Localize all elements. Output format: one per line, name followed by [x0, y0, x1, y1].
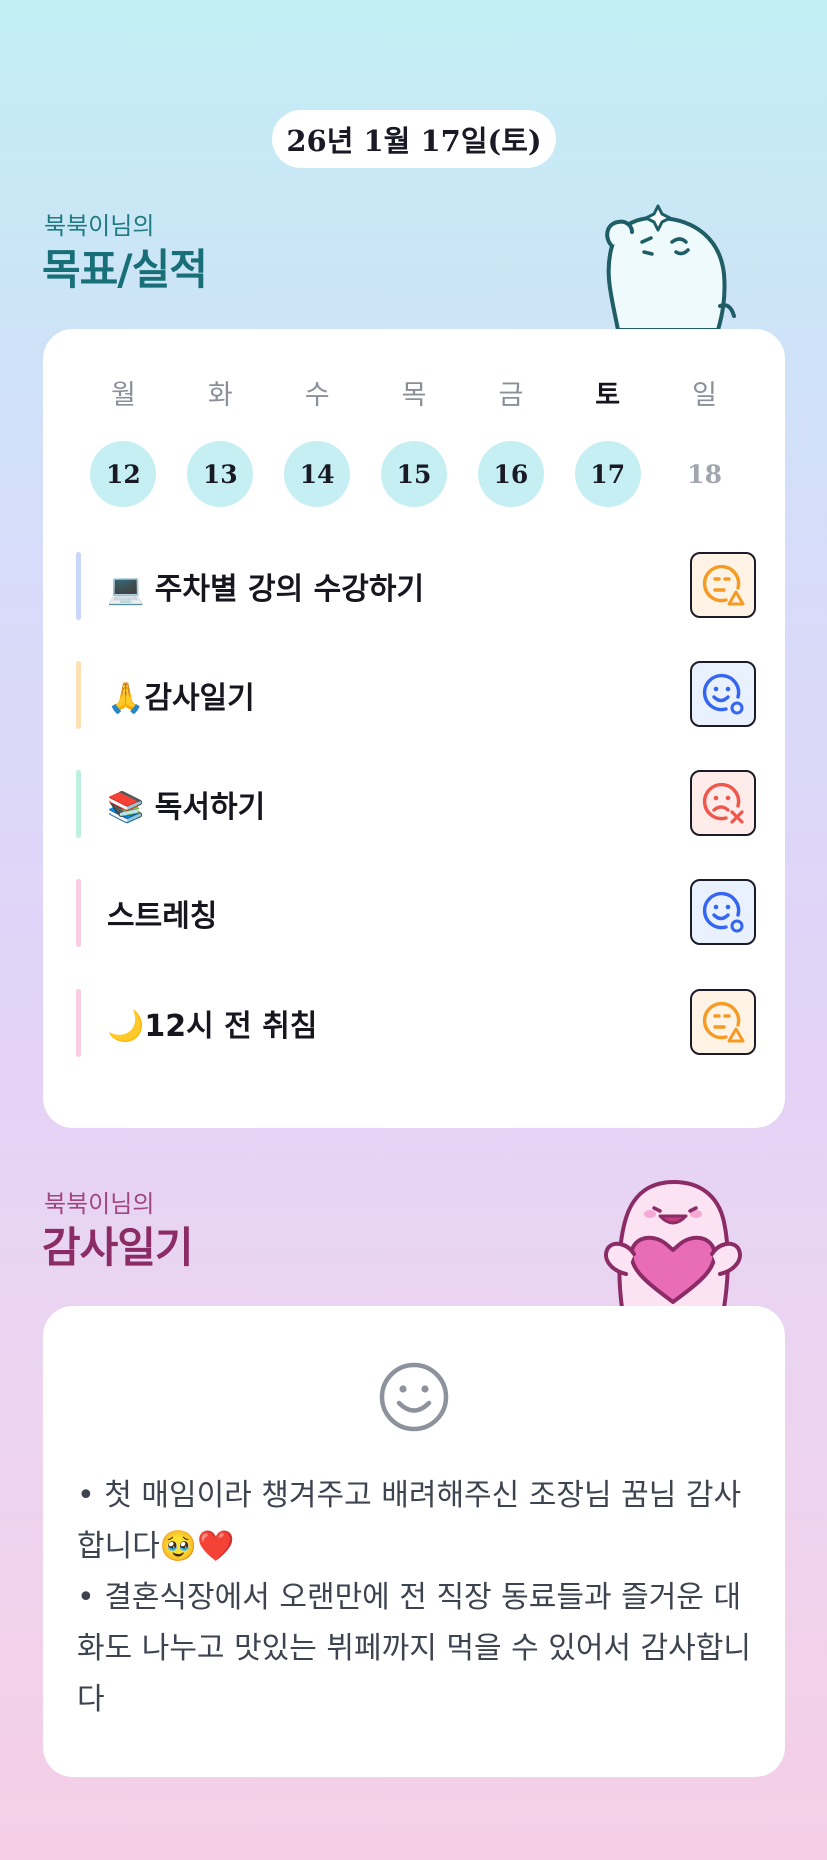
day-label: 화	[207, 380, 233, 411]
goal-text: 💻 주차별 강의 수강하기	[107, 572, 425, 607]
week-strip: 월 12 화 13 수 14 목 15 금 16 토 17 일 18	[75, 377, 753, 507]
day-date: 18	[687, 459, 722, 489]
face-done-icon	[702, 673, 744, 715]
goal-row[interactable]: 🌙12시 전 취침	[76, 989, 756, 1057]
goal-row[interactable]: 스트레칭	[76, 879, 756, 947]
goal-color-bar	[76, 770, 81, 838]
gratitude-entries: • 첫 매임이라 챙겨주고 배려해주신 조장님 꿈님 감사합니다🥹❤️ • 결혼…	[77, 1470, 757, 1725]
day-date: 14	[284, 441, 351, 507]
day-label: 월	[111, 380, 136, 411]
day-label: 목	[401, 380, 427, 411]
goals-card: 월 12 화 13 수 14 목 15 금 16 토 17 일 18 💻 주차별…	[43, 329, 785, 1128]
face-warning-icon	[702, 1001, 745, 1043]
face-done-icon	[702, 891, 744, 933]
date-label: 26년 1월 17일(토)	[286, 124, 542, 158]
day-wed[interactable]: 수 14	[269, 377, 366, 507]
goals-title: 목표/실적	[42, 245, 208, 294]
goal-color-bar	[76, 661, 81, 729]
goal-text: 스트레칭	[107, 899, 218, 934]
day-date-today: 17	[574, 441, 641, 507]
mascot-illustration	[605, 204, 736, 330]
day-date: 12	[90, 441, 157, 507]
gratitude-entry: • 결혼식장에서 오랜만에 전 직장 동료들과 즐거운 대화도 나누고 맛있는 …	[77, 1580, 751, 1717]
goal-status-button[interactable]	[690, 552, 756, 618]
day-tue[interactable]: 화 13	[172, 377, 269, 507]
day-date: 16	[477, 441, 544, 507]
goal-row[interactable]: 💻 주차별 강의 수강하기	[76, 552, 756, 620]
day-sun[interactable]: 일 18	[656, 377, 753, 507]
day-date: 13	[187, 441, 254, 507]
goal-row[interactable]: 🙏감사일기	[76, 661, 756, 729]
goal-status-button[interactable]	[690, 770, 756, 836]
goal-color-bar	[76, 879, 81, 947]
day-label: 수	[304, 380, 330, 411]
smiley-icon	[379, 1362, 449, 1432]
day-sat[interactable]: 토 17	[559, 377, 656, 507]
day-label-today: 토	[595, 380, 621, 411]
day-label: 금	[498, 380, 524, 411]
goal-row[interactable]: 📚 독서하기	[76, 770, 756, 838]
face-warning-icon	[702, 564, 745, 606]
goal-text: 📚 독서하기	[107, 790, 266, 825]
goal-color-bar	[76, 552, 81, 620]
date-pill[interactable]: 26년 1월 17일(토)	[272, 110, 556, 168]
day-date: 15	[381, 441, 447, 507]
day-fri[interactable]: 금 16	[462, 377, 559, 507]
gratitude-card: • 첫 매임이라 챙겨주고 배려해주신 조장님 꿈님 감사합니다🥹❤️ • 결혼…	[43, 1306, 785, 1777]
goal-status-button[interactable]	[690, 989, 756, 1055]
gratitude-entry: • 첫 매임이라 챙겨주고 배려해주신 조장님 꿈님 감사합니다🥹❤️	[77, 1478, 742, 1564]
face-fail-icon	[702, 782, 744, 824]
goal-color-bar	[76, 989, 81, 1057]
goal-status-button[interactable]	[690, 661, 756, 727]
day-thu[interactable]: 목 15	[366, 377, 463, 507]
mascot-heart-illustration	[604, 1180, 742, 1308]
goal-status-button[interactable]	[690, 879, 756, 945]
goal-text: 🙏감사일기	[107, 681, 255, 716]
day-label: 일	[692, 380, 717, 411]
goal-text: 🌙12시 전 취침	[107, 1009, 318, 1044]
gratitude-title: 감사일기	[42, 1223, 194, 1272]
day-mon[interactable]: 월 12	[75, 377, 172, 507]
